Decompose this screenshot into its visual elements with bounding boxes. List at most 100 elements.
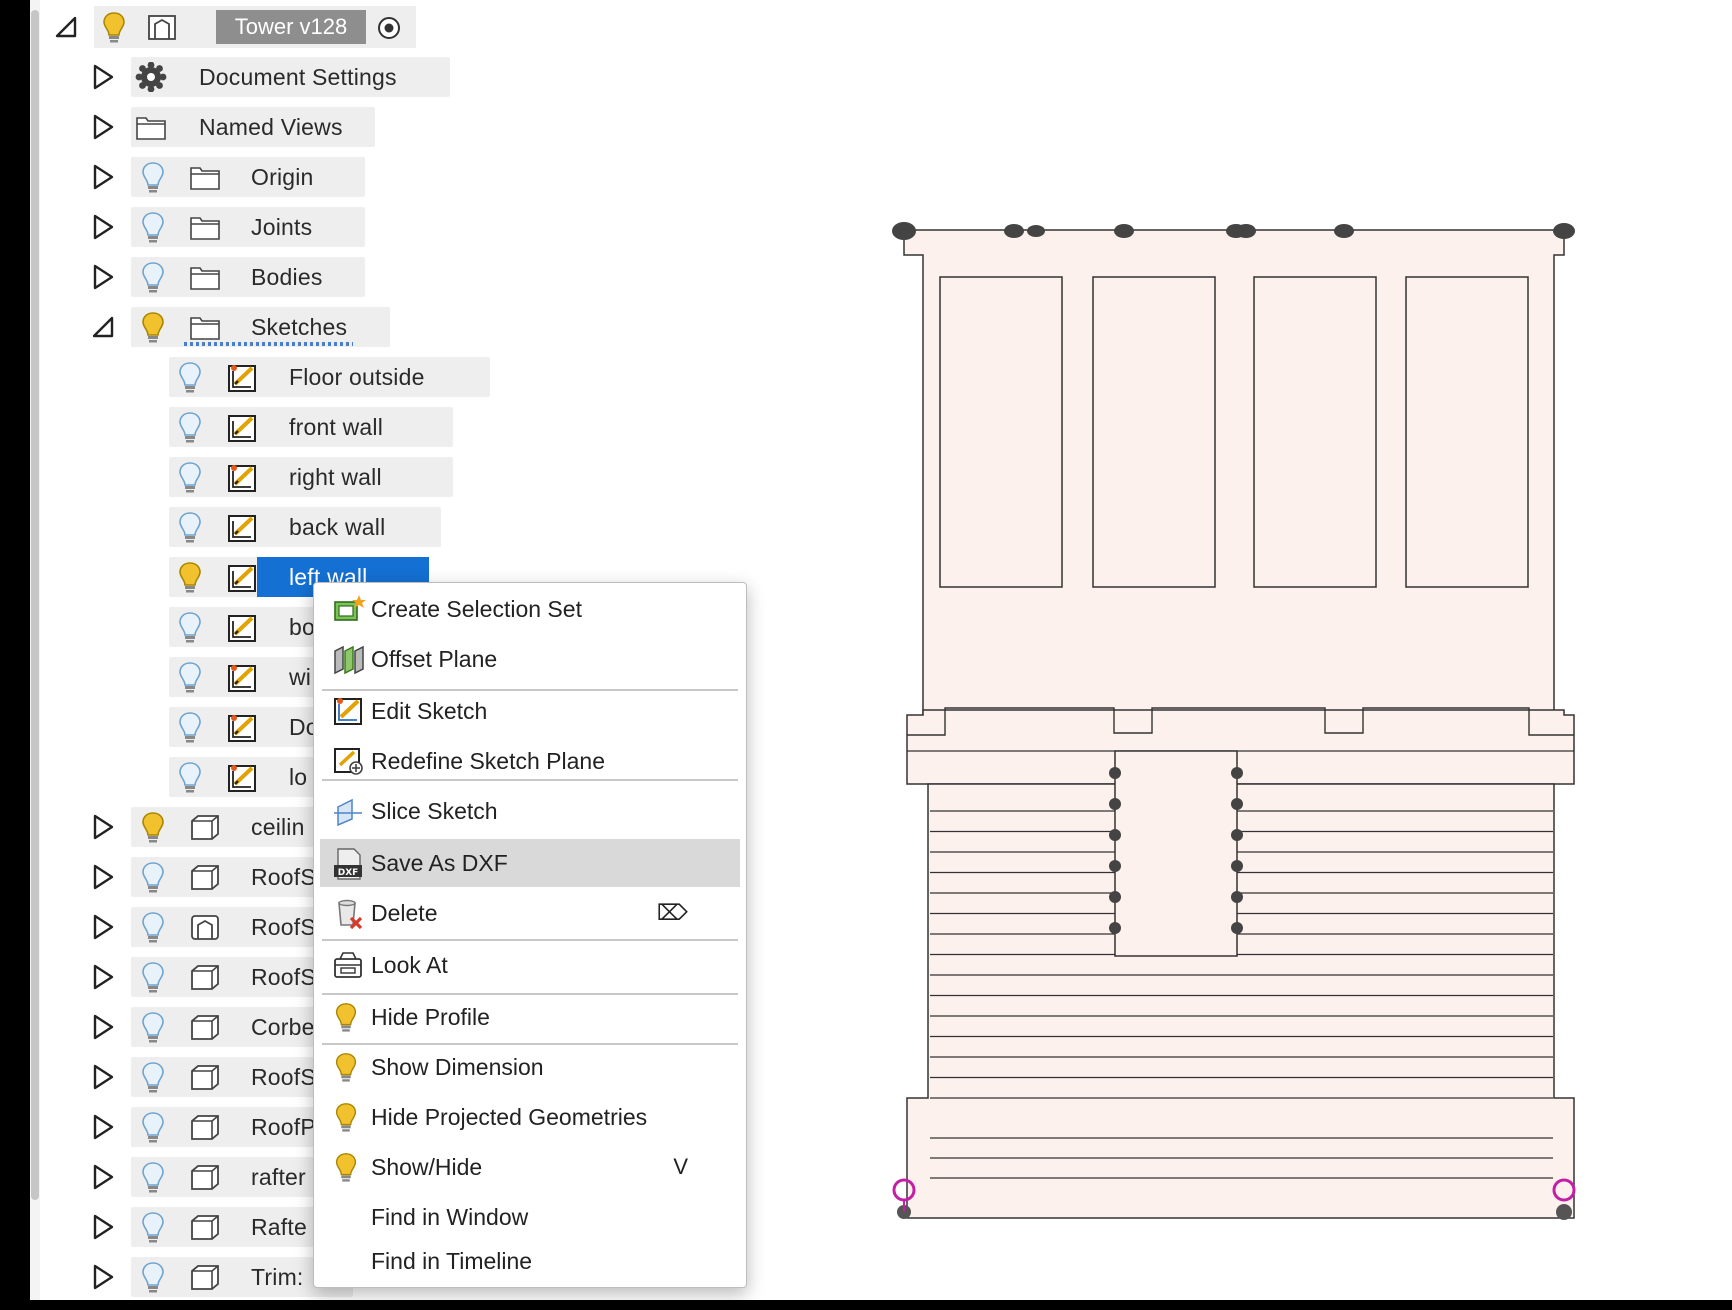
constraint-point xyxy=(1231,922,1243,934)
visibility-lightbulb-icon[interactable] xyxy=(140,1260,166,1294)
menu-item-show-dimension[interactable]: Show Dimension xyxy=(320,1043,740,1091)
visibility-lightbulb-icon[interactable] xyxy=(140,1160,166,1194)
expand-triangle-icon[interactable] xyxy=(90,1064,116,1090)
menu-item-hide-projected-geometries[interactable]: Hide Projected Geometries xyxy=(320,1093,740,1141)
visibility-lightbulb-icon[interactable] xyxy=(140,1010,166,1044)
visibility-lightbulb-icon[interactable] xyxy=(140,160,166,194)
visibility-lightbulb-icon[interactable] xyxy=(177,610,203,644)
expand-triangle-icon[interactable] xyxy=(90,1164,116,1190)
expand-triangle-icon[interactable] xyxy=(90,64,116,90)
expand-triangle-icon[interactable] xyxy=(90,964,116,990)
constraint-point xyxy=(1004,224,1024,238)
menu-item-slice-sketch[interactable]: Slice Sketch xyxy=(320,787,740,835)
visibility-lightbulb-icon[interactable] xyxy=(140,910,166,944)
tree-row-label: Bodies xyxy=(251,264,323,290)
visibility-lightbulb-icon[interactable] xyxy=(140,1060,166,1094)
menu-item-label: Delete xyxy=(371,900,438,926)
tree-row[interactable]: Bodies xyxy=(0,252,760,302)
menu-item-hide-profile[interactable]: Hide Profile xyxy=(320,993,740,1041)
slice-sketch-icon xyxy=(332,795,366,827)
sketch-icon xyxy=(226,512,260,542)
collapse-triangle-icon[interactable] xyxy=(90,314,116,340)
row-background xyxy=(131,257,365,297)
menu-item-find-in-timeline[interactable]: Find in Timeline xyxy=(320,1237,740,1285)
tree-row[interactable]: Joints xyxy=(0,202,760,252)
visibility-lightbulb-icon[interactable] xyxy=(140,1210,166,1244)
expand-triangle-icon[interactable] xyxy=(90,1264,116,1290)
visibility-lightbulb-icon[interactable] xyxy=(140,1110,166,1144)
expand-triangle-icon[interactable] xyxy=(90,814,116,840)
activate-radio-icon[interactable] xyxy=(376,15,402,41)
tree-row[interactable]: right wall xyxy=(0,452,760,502)
visibility-lightbulb-icon[interactable] xyxy=(140,260,166,294)
menu-item-delete[interactable]: Delete ⌦ xyxy=(320,889,740,937)
tree-row[interactable]: Floor outside xyxy=(0,352,760,402)
component-icon xyxy=(146,12,180,42)
menu-item-edit-sketch[interactable]: Edit Sketch xyxy=(320,687,740,735)
visibility-lightbulb-icon[interactable] xyxy=(177,510,203,544)
folder-icon xyxy=(188,212,222,242)
visibility-lightbulb-icon[interactable] xyxy=(140,210,166,244)
menu-item-shortcut: V xyxy=(673,1154,688,1179)
collapse-triangle-icon[interactable] xyxy=(53,14,79,40)
expand-triangle-icon[interactable] xyxy=(90,914,116,940)
sketch-canvas[interactable] xyxy=(850,200,1600,1260)
spellcheck-underline xyxy=(184,342,353,346)
folder-icon xyxy=(188,162,222,192)
expand-triangle-icon[interactable] xyxy=(90,1114,116,1140)
visibility-lightbulb-icon[interactable] xyxy=(101,10,127,44)
expand-triangle-icon[interactable] xyxy=(90,1014,116,1040)
tree-row[interactable]: Sketches xyxy=(0,302,760,352)
tree-row-label: RoofS xyxy=(251,864,316,890)
sketch-icon xyxy=(226,412,260,442)
dxf-file-icon: DXF xyxy=(332,847,366,880)
tree-row-label: Origin xyxy=(251,164,314,190)
constraint-point xyxy=(1109,829,1121,841)
expand-triangle-icon[interactable] xyxy=(90,864,116,890)
root-component-label[interactable]: Tower v128 xyxy=(216,10,366,44)
lightbulb-icon xyxy=(332,1001,366,1033)
tree-row[interactable]: Origin xyxy=(0,152,760,202)
tree-row[interactable]: Document Settings xyxy=(0,52,760,102)
menu-item-create-selection-set[interactable]: Create Selection Set xyxy=(320,585,740,633)
constraint-point xyxy=(1553,223,1575,239)
tree-row-label: RoofP xyxy=(251,1114,316,1140)
menu-separator xyxy=(322,993,738,995)
menu-item-show-hide[interactable]: Show/Hide V xyxy=(320,1143,740,1191)
menu-item-redefine-sketch-plane[interactable]: Redefine Sketch Plane xyxy=(320,737,740,785)
menu-item-save-as-dxf[interactable]: DXF Save As DXF xyxy=(320,839,740,887)
tree-row[interactable]: Named Views xyxy=(0,102,760,152)
lightbulb-icon xyxy=(332,1051,366,1083)
expand-triangle-icon[interactable] xyxy=(90,114,116,140)
visibility-lightbulb-icon[interactable] xyxy=(177,660,203,694)
tree-row[interactable]: front wall xyxy=(0,402,760,452)
visibility-lightbulb-icon[interactable] xyxy=(177,460,203,494)
tree-row[interactable]: back wall xyxy=(0,502,760,552)
tree-row-label: wi xyxy=(289,664,312,690)
lightbulb-icon xyxy=(332,1101,366,1133)
menu-item-look-at[interactable]: Look At xyxy=(320,941,740,989)
visibility-lightbulb-icon[interactable] xyxy=(140,310,166,344)
menu-item-offset-plane[interactable]: Offset Plane xyxy=(320,635,740,683)
visibility-lightbulb-icon[interactable] xyxy=(140,960,166,994)
expand-triangle-icon[interactable] xyxy=(90,214,116,240)
menu-item-label: Offset Plane xyxy=(371,646,498,672)
constraint-point xyxy=(1109,860,1121,872)
tree-root-row[interactable]: Tower v128 xyxy=(0,2,420,52)
visibility-lightbulb-icon[interactable] xyxy=(177,410,203,444)
expand-triangle-icon[interactable] xyxy=(90,264,116,290)
menu-item-find-in-window[interactable]: Find in Window xyxy=(320,1193,740,1241)
wall-outline-top xyxy=(903,229,1565,721)
visibility-lightbulb-icon[interactable] xyxy=(177,560,203,594)
visibility-lightbulb-icon[interactable] xyxy=(177,710,203,744)
expand-triangle-icon[interactable] xyxy=(90,1214,116,1240)
sketch-icon xyxy=(226,462,260,492)
expand-triangle-icon[interactable] xyxy=(90,164,116,190)
edit-sketch-icon xyxy=(332,695,366,727)
left-wall-sketch-drawing xyxy=(892,222,1576,1220)
visibility-lightbulb-icon[interactable] xyxy=(177,760,203,794)
menu-separator xyxy=(322,689,738,691)
visibility-lightbulb-icon[interactable] xyxy=(177,360,203,394)
visibility-lightbulb-icon[interactable] xyxy=(140,860,166,894)
visibility-lightbulb-icon[interactable] xyxy=(140,810,166,844)
